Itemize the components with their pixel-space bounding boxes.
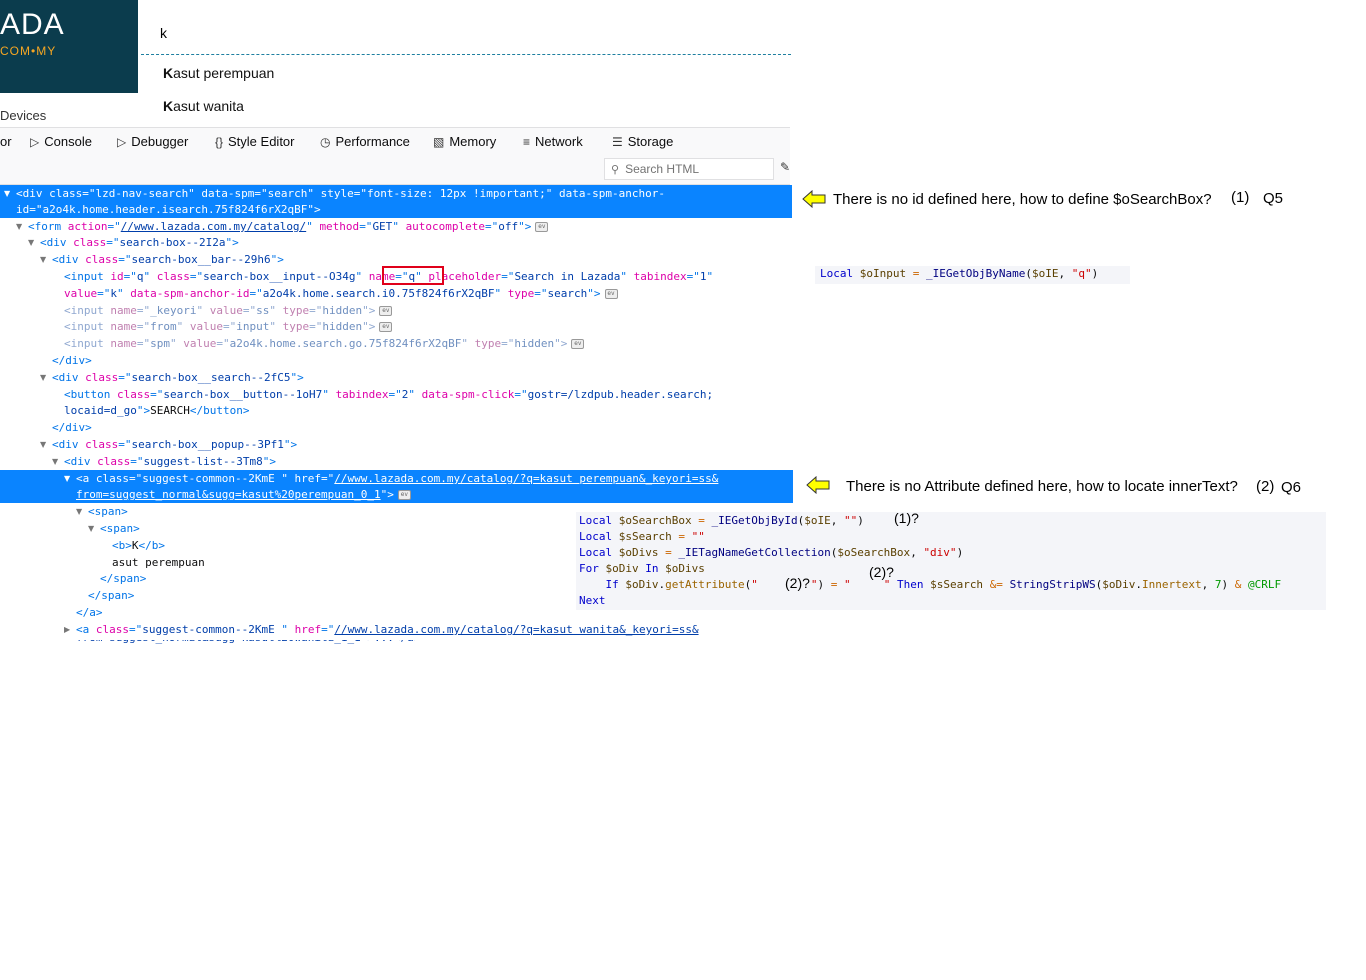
storage-icon: ☰	[612, 134, 623, 149]
annotation-note-q5: There is no id defined here, how to defi…	[833, 191, 1212, 208]
tab-label: Style Editor	[228, 134, 295, 149]
performance-icon: ◷	[320, 134, 331, 149]
suggest-match: K	[163, 98, 174, 114]
tab-storage[interactable]: ☰ Storage	[612, 134, 673, 149]
tree-line[interactable]: asut perempuan	[112, 555, 205, 571]
tree-line[interactable]: <button class="search-box__button--1oH7"…	[64, 387, 713, 403]
tab-performance[interactable]: ◷ Performance	[320, 134, 410, 149]
tab-network[interactable]: ≡ Network	[523, 134, 583, 149]
code-snippet-getobjbyname: Local $oInput = _IEGetObjByName($oIE, "q…	[815, 266, 1130, 284]
tree-line[interactable]: </div>	[52, 420, 92, 436]
suggest-match: K	[163, 65, 174, 81]
annotation-question-id: Q5	[1263, 190, 1284, 207]
tab-label: Network	[535, 134, 583, 149]
tree-line[interactable]: locaid=d_go">SEARCH</button>	[64, 403, 249, 419]
tab-label: Memory	[449, 134, 497, 149]
tab-label: or	[0, 134, 12, 149]
tree-line[interactable]: </div>	[52, 353, 92, 369]
tree-line[interactable]: <input name="spm" value="a2o4k.home.sear…	[64, 336, 585, 352]
tree-line[interactable]: from=suggest_normal&sugg=kasut%20perempu…	[76, 487, 411, 503]
network-icon: ≡	[523, 134, 531, 149]
tab-label: Performance	[335, 134, 410, 149]
event-badge: ev	[379, 322, 393, 332]
tree-line[interactable]: <b>K</b>	[112, 538, 165, 554]
event-badge: ev	[571, 339, 585, 349]
search-input[interactable]	[160, 22, 760, 44]
annotation-number: (1)	[1231, 189, 1250, 206]
devtools-tab-bar: or ▷ Console ▷ Debugger {} Style Editor ◷ Pe…	[0, 127, 790, 157]
tree-line[interactable]: value="k" data-spm-anchor-id="a2o4k.home…	[64, 286, 618, 302]
search-divider	[141, 54, 791, 55]
site-logo-text: ADA	[0, 8, 65, 41]
placeholder-marker: (1)?	[894, 510, 919, 526]
tab-memory[interactable]: ▧ Memory	[433, 134, 496, 149]
tab-inspector[interactable]: or	[0, 134, 12, 149]
event-badge: ev	[604, 289, 618, 299]
tab-label: Storage	[627, 134, 674, 149]
highlight-box	[382, 266, 444, 285]
arrow-left-icon	[802, 190, 826, 208]
tree-cutoff: from=suggest_normal&sugg=kasut%20wanita_…	[0, 640, 792, 646]
suggest-item[interactable]: Kasut perempuan	[163, 65, 274, 81]
event-badge: ev	[397, 490, 411, 500]
eyedropper-icon[interactable]: ✎	[780, 160, 790, 174]
arrow-left-icon	[806, 476, 830, 494]
tree-line[interactable]: </span>	[88, 588, 134, 604]
tab-label: Console	[44, 134, 92, 149]
debugger-icon: ▷	[117, 134, 127, 149]
annotation-number: (2)	[1256, 478, 1275, 495]
tab-label: Debugger	[131, 134, 189, 149]
tree-line[interactable]: <input name="_keyori" value="ss" type="h…	[64, 303, 393, 319]
search-icon: ⚲	[611, 163, 620, 176]
console-icon: ▷	[30, 134, 40, 149]
style-editor-icon: {}	[215, 134, 224, 149]
tab-console[interactable]: ▷ Console	[30, 134, 92, 149]
placeholder-marker: (2)?	[785, 575, 810, 591]
tab-style-editor[interactable]: {} Style Editor	[215, 134, 295, 149]
suggest-rest: asut perempuan	[173, 65, 275, 81]
memory-icon: ▧	[433, 134, 445, 149]
annotation-note-q6: There is no Attribute defined here, how …	[846, 478, 1238, 495]
tree-line[interactable]: <input name="from" value="input" type="h…	[64, 319, 393, 335]
tree-line[interactable]: id="a2o4k.home.header.isearch.75f824f6rX…	[16, 202, 321, 218]
suggest-rest: asut wanita	[173, 98, 244, 114]
search-html-placeholder: Search HTML	[625, 162, 700, 176]
search-html-field[interactable]: ⚲ Search HTML	[604, 158, 774, 180]
event-badge: ev	[535, 222, 549, 232]
suggest-item[interactable]: Kasut wanita	[163, 98, 244, 114]
devices-label: Devices	[0, 108, 47, 123]
event-badge: ev	[379, 306, 393, 316]
tab-debugger[interactable]: ▷ Debugger	[117, 134, 188, 149]
annotation-question-id: Q6	[1281, 479, 1302, 496]
placeholder-marker: (2)?	[869, 564, 894, 580]
code-snippet-autoit: Local $oSearchBox = _IEGetObjById($oIE, …	[576, 512, 1326, 610]
tree-line[interactable]: </span>	[100, 571, 146, 587]
tree-line[interactable]: </a>	[76, 605, 103, 621]
site-logo-subtext: COM•MY	[0, 44, 57, 58]
